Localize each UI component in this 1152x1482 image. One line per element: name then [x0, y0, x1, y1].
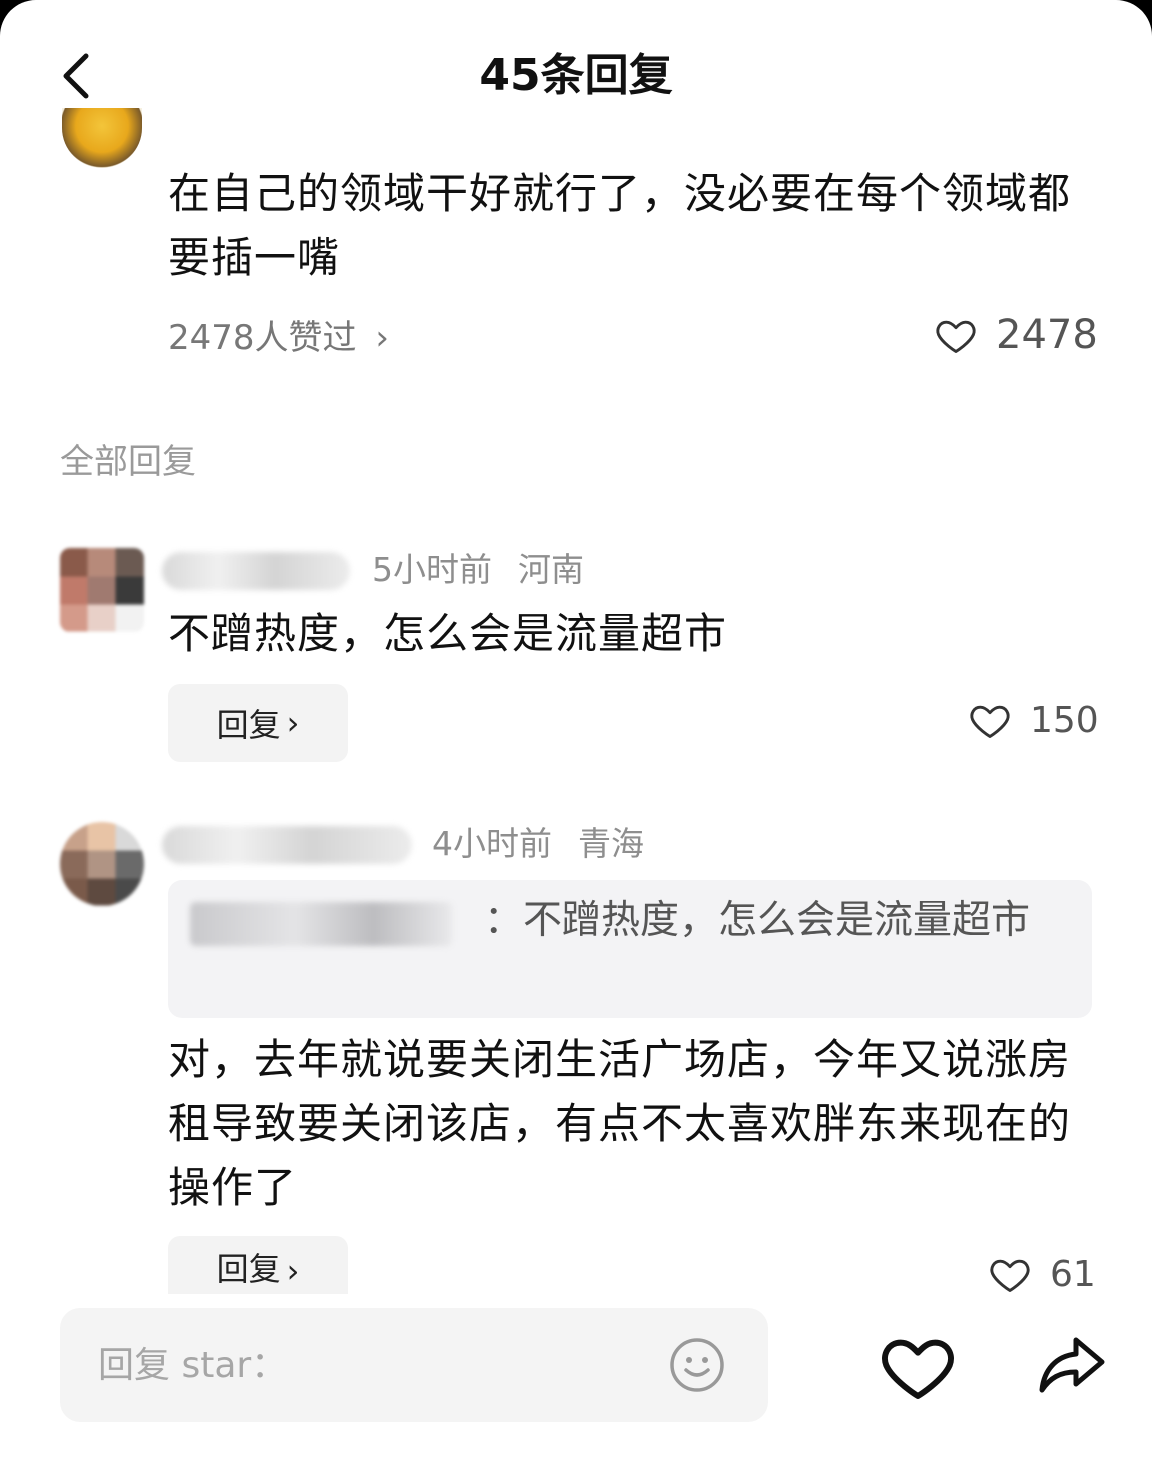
reply-button-label: 回复 — [216, 1250, 281, 1288]
reply-sheet: 45条回复 在自己的领域干好就行了，没必要在每个领域都要插一嘴 2478人赞过 … — [0, 0, 1152, 1482]
like-count: 150 — [1030, 699, 1099, 741]
page-title: 45条回复 — [479, 50, 673, 101]
chevron-right-icon: › — [286, 704, 300, 742]
reply-input-placeholder: 回复 star： — [98, 1345, 288, 1386]
section-title: 全部回复 — [60, 442, 196, 482]
reply-meta: 5小时前 河南 — [372, 548, 610, 592]
reply-location: 河南 — [518, 550, 584, 589]
heart-icon — [882, 1339, 954, 1399]
heart-icon — [990, 1259, 1030, 1292]
like-button[interactable] — [878, 1326, 958, 1406]
avatar[interactable] — [60, 548, 144, 632]
avatar[interactable] — [62, 108, 142, 168]
header: 45条回复 — [0, 0, 1152, 150]
quoted-reply[interactable]: ：不蹭热度，怎么会是流量超市 — [168, 880, 1092, 1018]
share-arrow-icon — [1039, 1337, 1105, 1393]
reply-meta: 4小时前 青海 — [432, 822, 670, 866]
reply-button[interactable]: 回复 › — [168, 1236, 348, 1294]
heart-icon — [970, 705, 1010, 738]
username-redacted[interactable] — [162, 826, 412, 864]
main-like-button[interactable]: 2478 — [934, 312, 1098, 358]
quoted-text: ：不蹭热度，怎么会是流量超市 — [484, 898, 1031, 943]
chevron-right-icon: › — [286, 1252, 300, 1290]
reply-like-button[interactable]: 150 — [968, 698, 1099, 742]
heart-icon — [936, 320, 976, 353]
like-count: 2478 — [996, 312, 1098, 358]
reply-text: 不蹭热度，怎么会是流量超市 — [168, 609, 728, 658]
reply-like-button[interactable]: 61 — [988, 1252, 1096, 1296]
reply-location: 青海 — [578, 824, 644, 863]
emoji-button[interactable] — [668, 1336, 726, 1394]
main-comment-text: 在自己的领域干好就行了，没必要在每个领域都要插一嘴 — [168, 169, 1072, 282]
reply-time: 5小时前 — [372, 550, 492, 589]
avatar[interactable] — [60, 822, 144, 906]
reply-button-label: 回复 — [216, 706, 281, 744]
username-redacted[interactable] — [162, 552, 350, 590]
reply-input[interactable]: 回复 star： — [60, 1308, 768, 1422]
likers-link[interactable]: 2478人赞过 › — [168, 316, 389, 360]
reply-text: 对，去年就说要关闭生活广场店，今年又说涨房租导致要关闭该店，有点不太喜欢胖东来现… — [168, 1035, 1072, 1212]
share-button[interactable] — [1036, 1330, 1108, 1402]
likers-text: 2478人赞过 — [168, 318, 357, 358]
like-count: 61 — [1050, 1253, 1096, 1295]
chevron-right-icon: › — [375, 318, 389, 358]
reply-time: 4小时前 — [432, 824, 552, 863]
smiley-icon — [670, 1338, 724, 1392]
reply-button[interactable]: 回复 › — [168, 684, 348, 762]
